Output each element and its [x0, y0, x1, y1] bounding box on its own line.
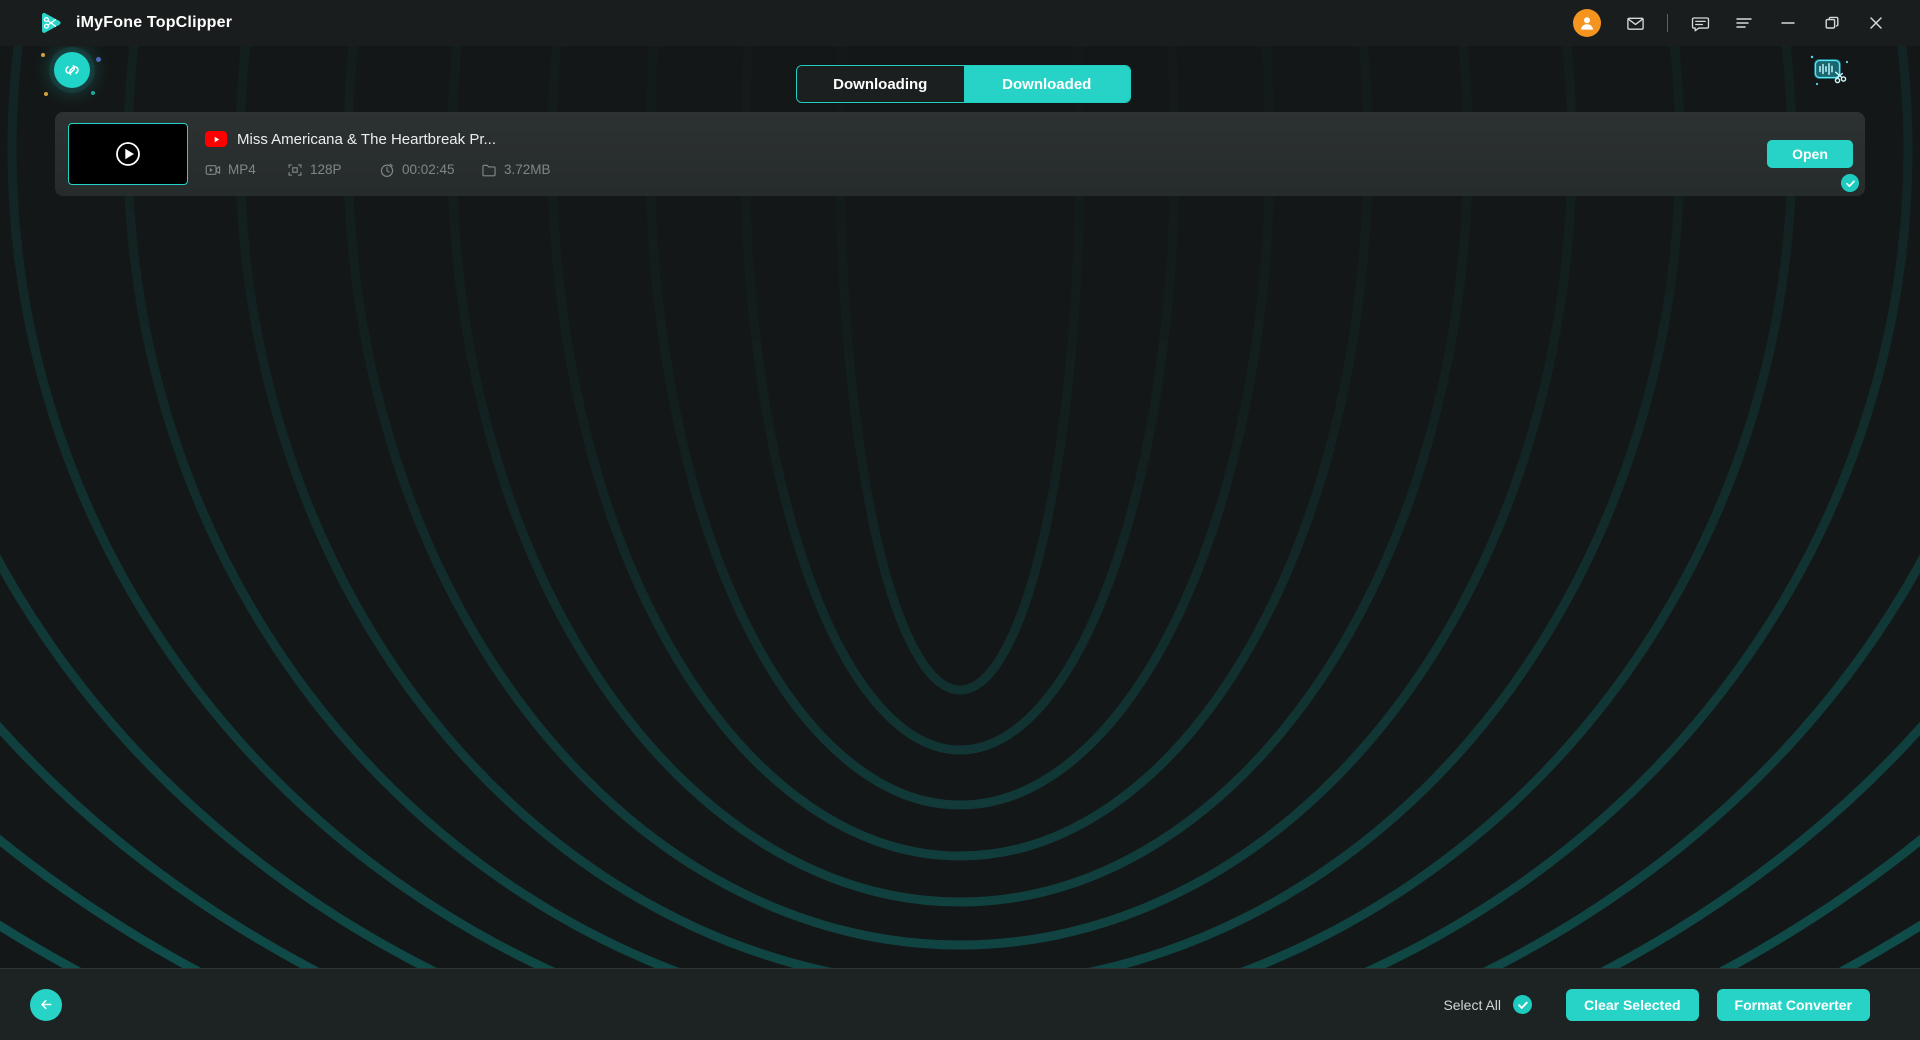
meta-filesize-value: 3.72MB [504, 162, 551, 177]
meta-duration-value: 00:02:45 [402, 162, 455, 177]
app-title: iMyFone TopClipper [76, 14, 232, 32]
clock-icon [379, 162, 395, 178]
title-bar: iMyFone TopClipper [0, 0, 1920, 46]
meta-duration: 00:02:45 [379, 162, 481, 178]
check-circle-icon [1845, 178, 1856, 189]
table-row[interactable]: Miss Americana & The Heartbreak Pr... MP… [55, 112, 1865, 196]
video-scissors-icon[interactable] [1808, 52, 1852, 90]
select-all-label: Select All [1443, 997, 1501, 1013]
check-circle-icon [1517, 999, 1529, 1011]
folder-icon [481, 162, 497, 178]
arrow-left-icon [38, 996, 55, 1013]
meta-resolution: 128P [287, 162, 379, 178]
decor-dot-teal [91, 91, 95, 95]
clear-selected-button[interactable]: Clear Selected [1566, 989, 1699, 1021]
meta-filesize: 3.72MB [481, 162, 551, 178]
meta-format-value: MP4 [228, 162, 256, 177]
maximize-restore-icon[interactable] [1810, 0, 1854, 46]
bottom-action-bar: Select All Clear Selected Format Convert… [0, 968, 1920, 1040]
link-chain-icon [62, 60, 82, 80]
video-thumbnail[interactable] [68, 123, 188, 185]
video-title-row: Miss Americana & The Heartbreak Pr... [205, 131, 1767, 148]
select-all-checkbox[interactable] [1513, 995, 1532, 1014]
back-button[interactable] [30, 989, 62, 1021]
resolution-icon [287, 162, 303, 178]
hamburger-menu-icon[interactable] [1722, 0, 1766, 46]
paste-link-button-area [50, 48, 94, 92]
paste-link-button[interactable] [54, 52, 90, 88]
play-circle-icon [113, 139, 143, 169]
mail-icon[interactable] [1613, 0, 1657, 46]
titlebar-divider [1667, 14, 1668, 32]
decor-dot-blue [96, 57, 101, 62]
downloaded-list: Miss Americana & The Heartbreak Pr... MP… [0, 112, 1920, 196]
meta-resolution-value: 128P [310, 162, 342, 177]
user-avatar-icon[interactable] [1573, 9, 1601, 37]
video-meta-row: MP4 128P [205, 162, 1767, 178]
video-info: Miss Americana & The Heartbreak Pr... MP… [205, 131, 1767, 178]
close-icon[interactable] [1854, 0, 1898, 46]
window-controls [1573, 0, 1920, 46]
feedback-chat-icon[interactable] [1678, 0, 1722, 46]
video-format-icon [205, 162, 221, 178]
meta-format: MP4 [205, 162, 287, 178]
open-button[interactable]: Open [1767, 140, 1853, 168]
view-tabs: Downloading Downloaded [796, 65, 1131, 103]
app-window: iMyFone TopClipper [0, 0, 1920, 1040]
format-converter-button[interactable]: Format Converter [1717, 989, 1870, 1021]
tab-downloaded[interactable]: Downloaded [964, 66, 1131, 102]
app-logo-icon [38, 10, 64, 36]
youtube-icon [205, 131, 227, 147]
video-title: Miss Americana & The Heartbreak Pr... [237, 131, 496, 148]
decor-dot-amber-2 [44, 92, 48, 96]
decor-dot-amber [41, 53, 45, 57]
tab-downloading[interactable]: Downloading [797, 66, 964, 102]
row-select-checkbox[interactable] [1841, 174, 1859, 192]
minimize-icon[interactable] [1766, 0, 1810, 46]
bottom-bar-actions: Select All Clear Selected Format Convert… [1443, 989, 1920, 1021]
